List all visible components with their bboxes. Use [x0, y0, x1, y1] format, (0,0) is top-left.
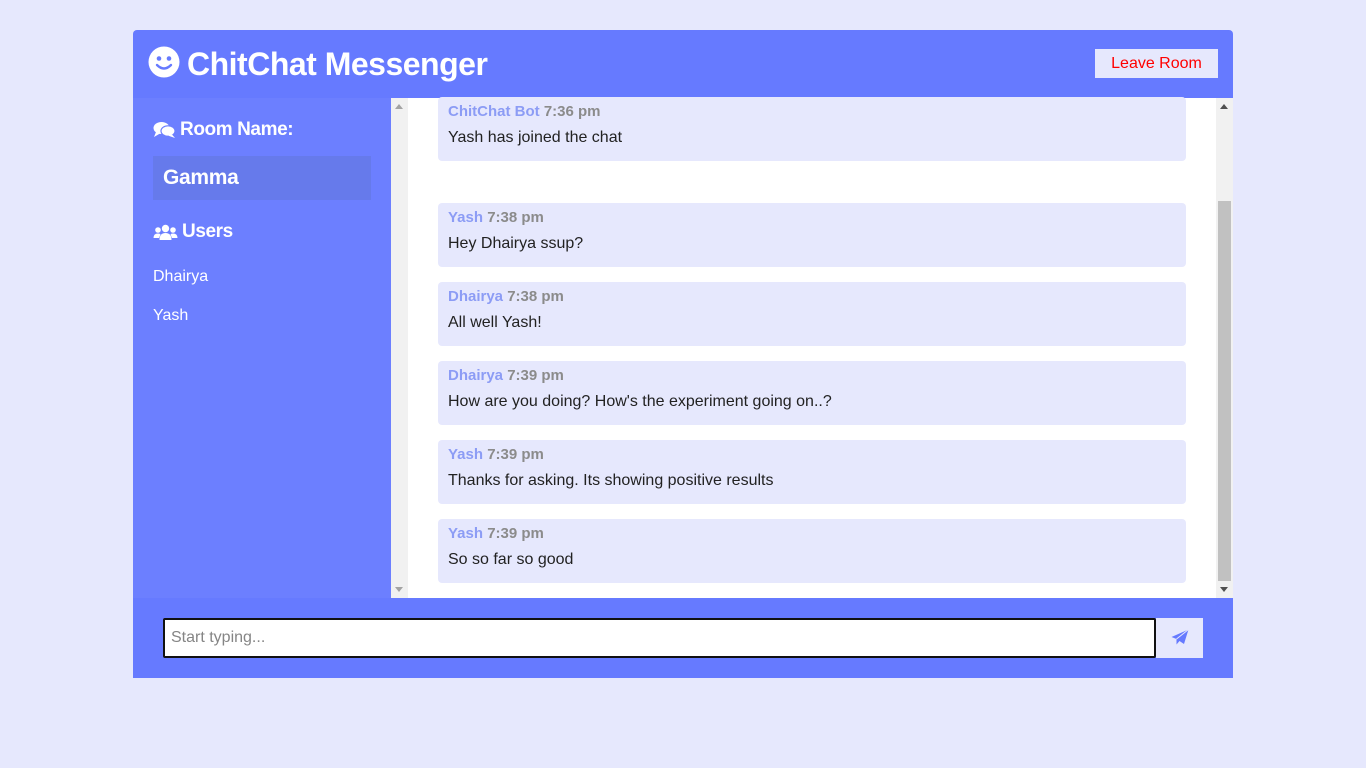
app-title: ChitChat Messenger: [187, 46, 488, 82]
message-author: Yash: [448, 209, 484, 226]
message-time: 7:39 pm: [507, 367, 564, 384]
message-text: Thanks for asking. Its showing positive …: [448, 472, 774, 489]
users-icon: [153, 224, 178, 240]
send-button[interactable]: [1156, 618, 1203, 658]
message-author: Dhairya: [448, 367, 504, 384]
message-text: Yash has joined the chat: [448, 129, 623, 146]
message-time: 7:38 pm: [487, 209, 544, 226]
scroll-up-arrow-icon[interactable]: [1220, 104, 1228, 109]
message-time: 7:39 pm: [487, 446, 544, 463]
message-author: ChitChat Bot: [448, 103, 540, 120]
message: ChitChat Bot 7:36 pm Yash has joined the…: [438, 97, 1186, 161]
leave-room-button[interactable]: Leave Room: [1095, 49, 1218, 78]
message: Yash 7:39 pm Thanks for asking. Its show…: [438, 440, 1186, 504]
user-item: Yash: [153, 307, 189, 324]
message-text: How are you doing? How's the experiment …: [448, 393, 832, 410]
sidebar: Room Name: Gamma Users Dhairya Yash: [133, 98, 391, 598]
messages-scrollbar[interactable]: [1216, 98, 1233, 598]
smile-icon: [148, 46, 180, 78]
left-scrollbar[interactable]: [391, 98, 408, 598]
message-time: 7:39 pm: [487, 525, 544, 542]
message-text: All well Yash!: [448, 314, 542, 331]
message: Yash 7:39 pm So so far so good: [438, 519, 1186, 583]
message-text: So so far so good: [448, 551, 574, 568]
app-header: ChitChat Messenger Leave Room: [133, 30, 1233, 98]
message-author: Yash: [448, 446, 484, 463]
scrollbar-thumb[interactable]: [1218, 201, 1231, 581]
paper-plane-icon: [1171, 629, 1189, 645]
room-name-value: Gamma: [153, 156, 371, 200]
composer-bar: [133, 598, 1233, 678]
message-author: Yash: [448, 525, 484, 542]
message: Dhairya 7:38 pm All well Yash!: [438, 282, 1186, 346]
message-author: Dhairya: [448, 288, 504, 305]
message-time: 7:36 pm: [543, 103, 601, 120]
messages-panel[interactable]: ChitChat Bot 7:36 pm Yash has joined the…: [391, 97, 1233, 598]
user-item: Dhairya: [153, 268, 209, 285]
scroll-up-arrow-icon[interactable]: [395, 104, 403, 109]
users-label: Users: [182, 221, 233, 242]
message-time: 7:38 pm: [507, 288, 564, 305]
users-heading: Users: [153, 221, 233, 243]
room-name-heading: Room Name:: [153, 119, 294, 141]
scroll-down-arrow-icon[interactable]: [1220, 587, 1228, 592]
scroll-down-arrow-icon[interactable]: [395, 587, 403, 592]
chat-app: ChitChat Messenger Leave Room Room Name:…: [133, 30, 1233, 678]
message: Yash 7:38 pm Hey Dhairya ssup?: [438, 203, 1186, 267]
message-input[interactable]: [163, 618, 1156, 658]
comments-icon: [153, 122, 176, 138]
room-name-label: Room Name:: [180, 119, 294, 140]
message-text: Hey Dhairya ssup?: [448, 235, 584, 252]
message: Dhairya 7:39 pm How are you doing? How's…: [438, 361, 1186, 425]
